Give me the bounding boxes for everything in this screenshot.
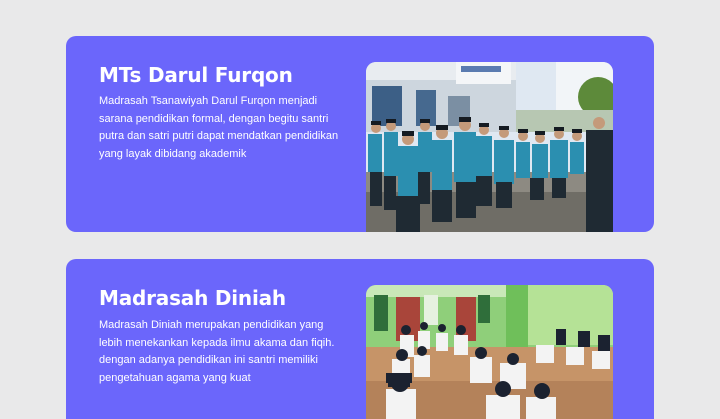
classroom-photo xyxy=(366,285,613,419)
students-photo xyxy=(366,62,613,232)
card-title: MTs Darul Furqon xyxy=(99,63,293,87)
program-card-mts: MTs Darul Furqon Madrasah Tsanawiyah Dar… xyxy=(66,36,654,232)
card-description: Madrasah Diniah merupakan pendidikan yan… xyxy=(99,319,335,384)
program-card-diniah: Madrasah Diniah Madrasah Diniah merupaka… xyxy=(66,259,654,419)
classroom-study-image xyxy=(366,285,613,419)
card-title: Madrasah Diniah xyxy=(99,286,286,310)
students-assembly-image xyxy=(366,62,613,232)
card-description: Madrasah Tsanawiyah Darul Furqon menjadi… xyxy=(99,95,339,160)
